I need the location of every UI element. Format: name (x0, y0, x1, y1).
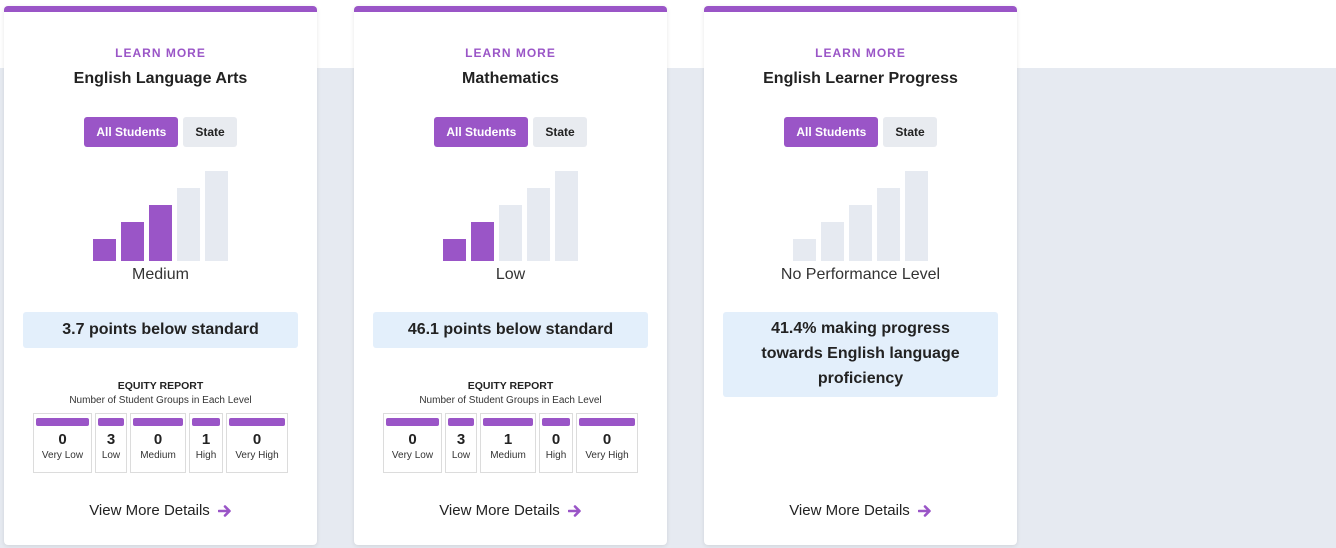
equity-count: 0 (602, 431, 612, 448)
equity-bar (579, 418, 635, 426)
equity-label: High (545, 450, 567, 461)
equity-label: High (195, 450, 217, 461)
gauge-bar-1 (92, 239, 116, 261)
gauge-bar-1 (442, 239, 466, 261)
gauge-bar-5 (904, 171, 928, 261)
equity-count: 0 (252, 431, 262, 448)
arrow-right-icon (217, 504, 231, 517)
card-english-language-arts: LEARN MORE English Language Arts All Stu… (4, 6, 317, 545)
equity-level-very-high[interactable]: 0 Very High (576, 413, 638, 473)
equity-count: 3 (106, 431, 116, 448)
card-title: English Language Arts (73, 70, 248, 87)
gauge-bar-4 (526, 188, 550, 261)
equity-label: Low (451, 450, 471, 461)
card-title: English Learner Progress (763, 70, 958, 87)
learn-more-link[interactable]: LEARN MORE (704, 46, 1017, 60)
equity-count: 0 (153, 431, 163, 448)
performance-level: Medium (132, 266, 189, 283)
equity-bar (483, 418, 533, 426)
equity-label: Very Low (391, 450, 434, 461)
status-box: 41.4% making progress towards English la… (723, 312, 998, 397)
gauge-bar-2 (120, 222, 144, 261)
performance-level: No Performance Level (780, 266, 941, 283)
equity-report-heading: EQUITY REPORT (117, 380, 204, 392)
equity-bar (192, 418, 220, 426)
gauge-bar-3 (848, 205, 872, 261)
gauge-bar-2 (820, 222, 844, 261)
status-box: 46.1 points below standard (373, 312, 648, 348)
equity-label: Very High (585, 450, 629, 461)
equity-label: Medium (490, 450, 526, 461)
equity-label: Low (101, 450, 121, 461)
view-more-details-link[interactable]: View More Details (4, 502, 317, 519)
performance-level: Low (495, 266, 526, 283)
equity-level-medium[interactable]: 0 Medium (130, 413, 186, 473)
status-box: 3.7 points below standard (23, 312, 298, 348)
gauge-bar-5 (204, 171, 228, 261)
student-group-toggle: All Students State (4, 117, 317, 147)
gauge-bar-3 (148, 205, 172, 261)
equity-label: Very Low (41, 450, 84, 461)
equity-bar (542, 418, 570, 426)
equity-count: 0 (551, 431, 561, 448)
equity-level-very-high[interactable]: 0 Very High (226, 413, 288, 473)
all-students-button[interactable]: All Students (84, 117, 179, 147)
equity-count: 1 (201, 431, 211, 448)
equity-level-high[interactable]: 0 High (539, 413, 573, 473)
student-group-toggle: All Students State (704, 117, 1017, 147)
arrow-right-icon (567, 504, 581, 517)
equity-bar (36, 418, 89, 426)
gauge-bar-2 (470, 222, 494, 261)
equity-count: 0 (58, 431, 67, 448)
equity-level-low[interactable]: 3 Low (445, 413, 477, 473)
equity-report-subheading: Number of Student Groups in Each Level (69, 395, 252, 406)
equity-levels: 0 Very Low 3 Low 1 Medium 0 High 0 Very … (354, 413, 667, 473)
view-more-details-link[interactable]: View More Details (354, 502, 667, 519)
equity-level-medium[interactable]: 1 Medium (480, 413, 536, 473)
gauge-bar-1 (792, 239, 816, 261)
learn-more-link[interactable]: LEARN MORE (354, 46, 667, 60)
gauge-bar-3 (498, 205, 522, 261)
state-button[interactable]: State (533, 117, 587, 147)
all-students-button[interactable]: All Students (434, 117, 529, 147)
equity-level-high[interactable]: 1 High (189, 413, 223, 473)
equity-report-subheading: Number of Student Groups in Each Level (419, 395, 602, 406)
equity-bar (229, 418, 285, 426)
card-english-learner-progress: LEARN MORE English Learner Progress All … (704, 6, 1017, 545)
details-label: View More Details (789, 502, 910, 519)
equity-level-low[interactable]: 3 Low (95, 413, 127, 473)
all-students-button[interactable]: All Students (784, 117, 879, 147)
equity-levels: 0 Very Low 3 Low 0 Medium 1 High 0 Very … (4, 413, 317, 473)
performance-gauge (92, 171, 228, 261)
arrow-right-icon (917, 504, 931, 517)
equity-bar (386, 418, 439, 426)
state-button[interactable]: State (883, 117, 937, 147)
gauge-bar-5 (554, 171, 578, 261)
performance-gauge (442, 171, 578, 261)
student-group-toggle: All Students State (354, 117, 667, 147)
equity-label: Very High (235, 450, 279, 461)
equity-level-very-low[interactable]: 0 Very Low (33, 413, 92, 473)
equity-count: 0 (408, 431, 417, 448)
details-label: View More Details (89, 502, 210, 519)
equity-label: Medium (140, 450, 176, 461)
equity-count: 1 (503, 431, 513, 448)
card-mathematics: LEARN MORE Mathematics All Students Stat… (354, 6, 667, 545)
equity-report-heading: EQUITY REPORT (467, 380, 554, 392)
performance-gauge (792, 171, 928, 261)
equity-count: 3 (456, 431, 466, 448)
equity-bar (448, 418, 474, 426)
view-more-details-link[interactable]: View More Details (704, 502, 1017, 519)
details-label: View More Details (439, 502, 560, 519)
gauge-bar-4 (876, 188, 900, 261)
equity-bar (133, 418, 183, 426)
equity-bar (98, 418, 124, 426)
equity-level-very-low[interactable]: 0 Very Low (383, 413, 442, 473)
learn-more-link[interactable]: LEARN MORE (4, 46, 317, 60)
gauge-bar-4 (176, 188, 200, 261)
state-button[interactable]: State (183, 117, 237, 147)
card-title: Mathematics (462, 70, 559, 87)
